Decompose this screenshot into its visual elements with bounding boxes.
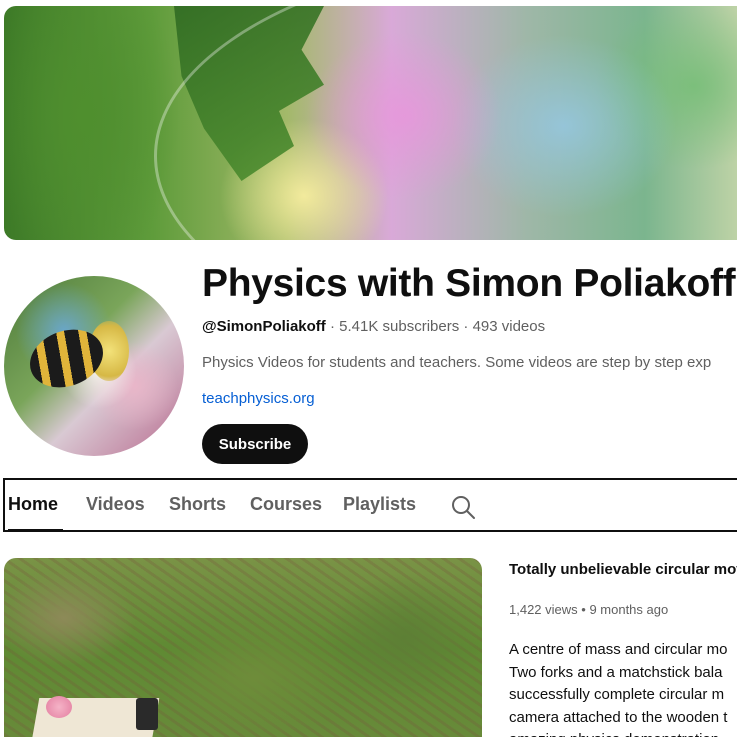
description-line: successfully complete circular m — [509, 686, 725, 703]
tab-videos[interactable]: Videos — [86, 494, 145, 515]
search-icon[interactable] — [450, 494, 476, 520]
upload-age: 9 months ago — [589, 602, 669, 617]
channel-handle: @SimonPoliakoff — [202, 318, 326, 335]
subscribe-button[interactable]: Subscribe — [202, 424, 308, 464]
active-tab-underline — [8, 529, 63, 531]
meta-separator: · — [325, 318, 340, 335]
tab-courses[interactable]: Courses — [250, 494, 322, 515]
tab-playlists[interactable]: Playlists — [343, 494, 416, 515]
featured-video-thumbnail[interactable] — [4, 558, 482, 737]
tab-home[interactable]: Home — [8, 494, 58, 515]
view-count: 1,422 views — [509, 602, 578, 617]
banner-bubble-edge — [154, 6, 737, 240]
channel-link[interactable]: teachphysics.org — [202, 390, 315, 407]
meta-separator: · — [459, 318, 473, 335]
featured-video-title[interactable]: Totally unbelievable circular mot — [509, 561, 737, 578]
search-icon-glyph — [452, 496, 475, 519]
channel-banner — [4, 6, 737, 240]
channel-title: Physics with Simon Poliakoff — [202, 262, 736, 305]
subscriber-count: 5.41K subscribers — [339, 318, 460, 335]
thumbnail-camera — [136, 698, 158, 730]
description-line: Two forks and a matchstick bala — [509, 663, 723, 681]
description-line: amazing physics demonstration — [509, 729, 727, 737]
channel-meta: @SimonPoliakoff · 5.41K subscribers · 49… — [202, 318, 545, 335]
channel-description[interactable]: Physics Videos for students and teachers… — [202, 354, 711, 371]
description-line: camera attached to the wooden t — [509, 708, 728, 726]
meta-dot: • — [577, 602, 590, 617]
video-count: 493 videos — [472, 318, 546, 335]
tab-shorts[interactable]: Shorts — [169, 494, 226, 515]
featured-video-meta: 1,422 views • 9 months ago — [509, 602, 668, 617]
description-line: A centre of mass and circular mo — [509, 641, 728, 658]
channel-avatar[interactable] — [4, 276, 184, 456]
thumbnail-cup — [46, 696, 72, 718]
channel-tabs: Home Videos Shorts Courses Playlists — [3, 478, 737, 532]
featured-video-description[interactable]: A centre of mass and circular mo Two for… — [509, 639, 727, 737]
